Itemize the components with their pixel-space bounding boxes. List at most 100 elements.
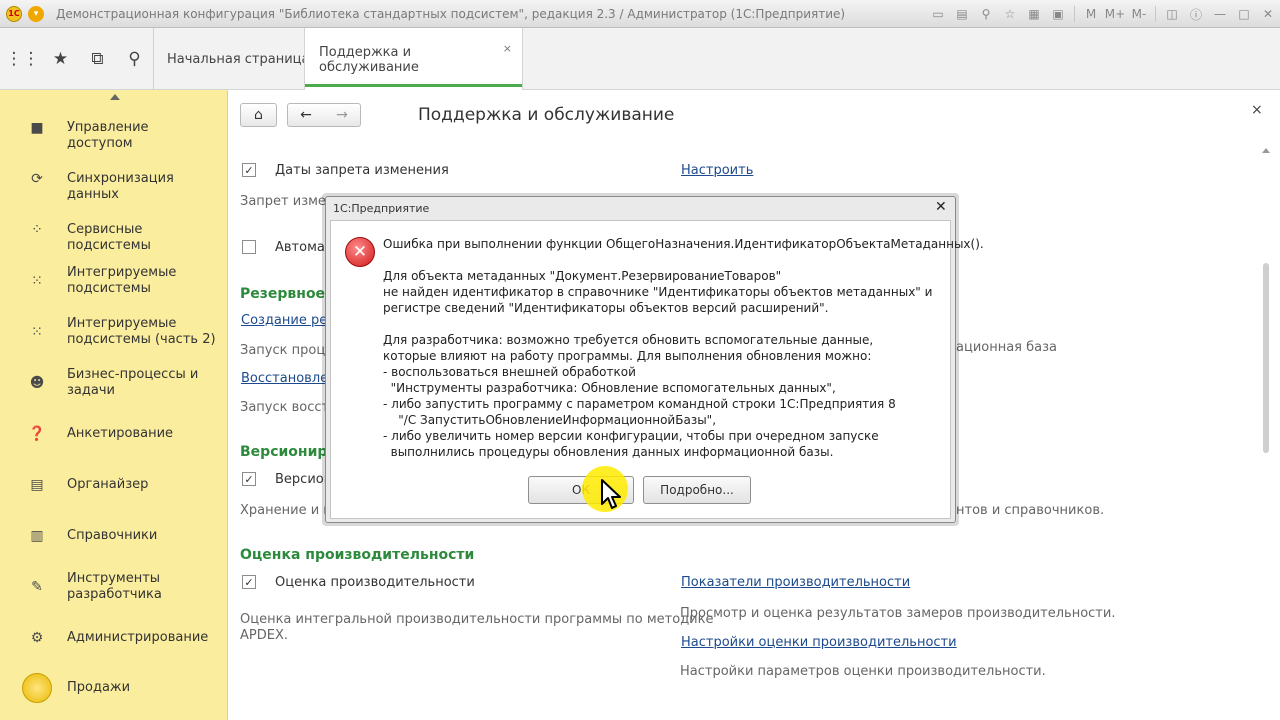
users-icon: ☻ <box>29 375 45 391</box>
auto-checkbox[interactable] <box>242 240 256 254</box>
dialog-message-line: не найден идентификатор в справочнике "И… <box>383 285 933 299</box>
calculator-icon[interactable]: ▦ <box>1023 4 1045 24</box>
maximize-icon[interactable]: □ <box>1233 4 1255 24</box>
dialog-close-icon[interactable]: ✕ <box>935 199 947 215</box>
history-icon[interactable]: ⧉ <box>79 28 116 90</box>
home-button[interactable]: ⌂ <box>240 103 277 127</box>
titlebar-controls: ▭ ▤ ⚲ ☆ ▦ ▣ M M+ M- ◫ ⓘ — □ ✕ <box>926 0 1280 28</box>
sidebar-item-services[interactable]: ⁘ Сервисные подсистемы <box>0 221 228 253</box>
sidebar-item-organizer[interactable]: ▤ Органайзер <box>0 476 228 494</box>
calendar-icon[interactable]: ▣ <box>1047 4 1069 24</box>
scrollbar[interactable] <box>1259 148 1273 720</box>
close-page-icon[interactable]: × <box>1251 102 1263 118</box>
infobase-text: ационная база <box>956 340 1057 355</box>
memory-minus-icon[interactable]: M- <box>1128 4 1150 24</box>
versioning-checkbox[interactable]: ✓ <box>242 472 256 486</box>
dialog-message-line: "/С ЗапуститьОбновлениеИнформационнойБаз… <box>383 413 717 427</box>
perf-indicators-desc: Просмотр и оценка результатов замеров пр… <box>680 606 1116 621</box>
panels-icon[interactable]: ◫ <box>1161 4 1183 24</box>
window-titlebar: 1С ▾ Демонстрационная конфигурация "Библ… <box>0 0 1280 28</box>
home-icon: ⌂ <box>254 107 263 123</box>
perf-desc-1: Оценка интегральной производительности п… <box>240 612 714 627</box>
perf-checkbox[interactable]: ✓ <box>242 575 256 589</box>
sidebar-item-integrated-2[interactable]: ⁙ Интегрируемые подсистемы (часть 2) <box>0 315 228 349</box>
dialog-body: ✕ Ошибка при выполнении функции ОбщегоНа… <box>330 220 984 519</box>
dialog-message-line: выполнились процедуры обновления данных … <box>383 445 834 459</box>
tab-home[interactable]: Начальная страница <box>153 28 323 90</box>
grid-menu-icon[interactable]: ⋮⋮ <box>4 28 41 90</box>
perf-settings-link[interactable]: Настройки оценки производительности <box>681 635 957 650</box>
sidebar-item-access[interactable]: ■ Управление доступом <box>0 119 228 151</box>
sidebar-item-sync[interactable]: ⟳ Синхронизация данных <box>0 170 228 202</box>
memory-plus-icon[interactable]: M+ <box>1104 4 1126 24</box>
sidebar-item-label: Продажи <box>67 680 131 695</box>
tab-close-icon[interactable]: × <box>503 42 512 55</box>
sidebar-item-label: Бизнес-процессы и задачи <box>67 367 199 398</box>
top-toolbar: ⋮⋮ ★ ⧉ ⚲ Начальная страница Поддержка и … <box>0 28 1280 91</box>
dialog-title: 1С:Предприятие <box>333 202 430 215</box>
sidebar-item-catalogs[interactable]: ▥ Справочники <box>0 527 228 545</box>
sidebar-item-label: Администрирование <box>67 630 209 645</box>
versioning-desc-right: нтов и справочников. <box>956 503 1105 518</box>
perf-desc-2: APDEX. <box>240 628 288 643</box>
perf-settings-desc: Настройки параметров оценки производител… <box>680 664 1046 679</box>
sidebar-scroll-up-icon[interactable] <box>110 94 120 100</box>
page-title: Поддержка и обслуживание <box>418 105 675 125</box>
configure-link[interactable]: Настроить <box>681 163 753 178</box>
main-menu-icon[interactable]: ▾ <box>28 5 44 22</box>
app-logo-icon[interactable]: 1С <box>6 5 22 22</box>
dates-lock-label: Даты запрета изменения <box>275 163 449 178</box>
minimize-icon[interactable]: — <box>1209 4 1231 24</box>
sidebar-item-label: Сервисные подсистемы <box>67 222 151 253</box>
tab-support-label: Поддержка и обслуживание <box>319 44 419 75</box>
perf-label: Оценка производительности <box>275 575 475 590</box>
scroll-up-icon[interactable] <box>1262 148 1270 153</box>
titlebar-separator <box>1074 6 1075 22</box>
sidebar-item-label: Интегрируемые подсистемы (часть 2) <box>67 316 216 347</box>
tab-home-label: Начальная страница <box>167 51 310 67</box>
dialog-message-line: которые влияют на работу программы. Для … <box>383 349 872 363</box>
backup-section-title: Резервное <box>240 286 326 302</box>
catalogs-icon: ▥ <box>30 528 44 544</box>
dialog-message-line: Ошибка при выполнении функции ОбщегоНазн… <box>383 237 984 251</box>
search-icon[interactable]: ⚲ <box>116 28 153 90</box>
sidebar-item-label: Анкетирование <box>67 426 174 441</box>
sidebar-item-dev-tools[interactable]: ✎ Инструменты разработчика <box>0 570 228 604</box>
save-icon[interactable]: ▭ <box>927 4 949 24</box>
tab-support[interactable]: Поддержка и обслуживание × <box>304 28 523 91</box>
perf-section-title: Оценка производительности <box>240 547 475 563</box>
sidebar-item-survey[interactable]: ❓ Анкетирование <box>0 425 228 443</box>
question-icon: ❓ <box>28 426 46 442</box>
dialog-message-line: - либо запустить программу с параметром … <box>383 397 896 411</box>
memory-m-icon[interactable]: M <box>1080 4 1102 24</box>
sidebar-item-bp[interactable]: ☻ Бизнес-процессы и задачи <box>0 366 228 400</box>
details-button[interactable]: Подробно... <box>643 476 751 504</box>
sidebar-item-admin[interactable]: ⚙ Администрирование <box>0 629 228 647</box>
favorites-icon[interactable]: ☆ <box>999 4 1021 24</box>
link-icon[interactable]: ⚲ <box>975 4 997 24</box>
backup-create-link[interactable]: Создание рез <box>241 313 334 328</box>
close-window-icon[interactable]: ✕ <box>1257 4 1279 24</box>
dates-lock-checkbox[interactable]: ✓ <box>242 163 256 177</box>
sidebar-item-label: Синхронизация данных <box>67 171 174 202</box>
scroll-thumb[interactable] <box>1263 263 1269 453</box>
star-icon[interactable]: ★ <box>42 28 79 90</box>
error-icon: ✕ <box>345 237 375 267</box>
mouse-cursor-icon <box>601 479 621 509</box>
services-icon: ⁘ <box>31 222 43 238</box>
window-title: Демонстрационная конфигурация "Библиотек… <box>56 6 846 21</box>
print-icon[interactable]: ▤ <box>951 4 973 24</box>
sidebar: ■ Управление доступом ⟳ Синхронизация да… <box>0 90 228 720</box>
info-icon[interactable]: ⓘ <box>1185 4 1207 24</box>
dates-lock-desc: Запрет измен <box>240 194 335 209</box>
dialog-message-line: "Инструменты разработчика: Обновление вс… <box>383 381 836 395</box>
forward-arrow-icon[interactable]: → <box>336 107 348 123</box>
dialog-message-line: - либо увеличить номер версии конфигурац… <box>383 429 879 443</box>
sidebar-item-label: Управление доступом <box>67 120 149 151</box>
lock-icon: ■ <box>30 120 44 136</box>
error-dialog: 1С:Предприятие ✕ ✕ Ошибка при выполнении… <box>325 196 984 523</box>
perf-indicators-link[interactable]: Показатели производительности <box>681 575 910 590</box>
sidebar-item-sales[interactable]: Продажи <box>0 673 228 703</box>
sidebar-item-integrated[interactable]: ⁙ Интегрируемые подсистемы <box>0 264 228 298</box>
back-arrow-icon[interactable]: ← <box>300 107 312 123</box>
